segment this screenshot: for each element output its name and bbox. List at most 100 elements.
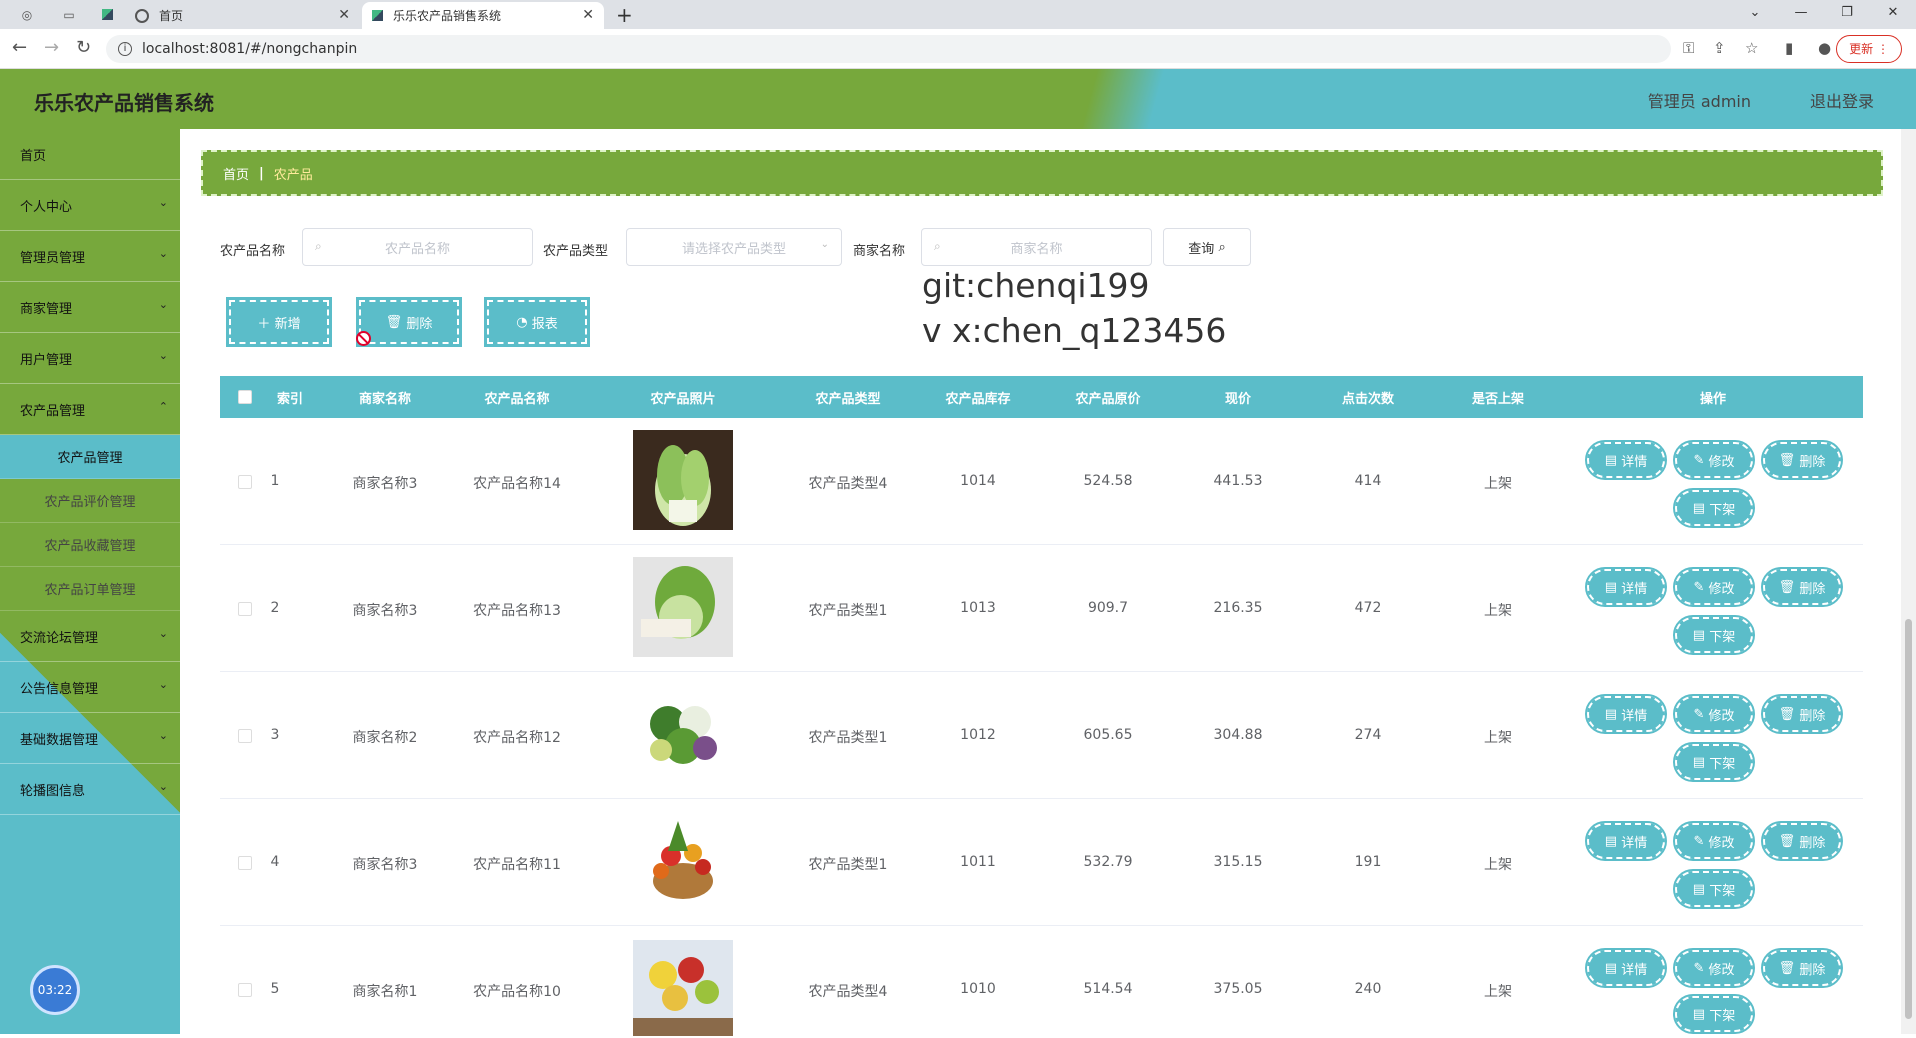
sidebar-subitem-product[interactable]: 农产品管理 [0, 435, 180, 479]
edit-button[interactable]: ✎ 修改 [1673, 821, 1755, 861]
key-icon[interactable]: ⚿ [1683, 39, 1694, 57]
edit-button[interactable]: ✎ 修改 [1673, 948, 1755, 988]
product-name-input[interactable]: ⌕ 农产品名称 [302, 228, 533, 266]
add-button[interactable]: ＋ 新增 [226, 297, 332, 347]
search-icon: ⌕ [315, 239, 322, 253]
profile-icon[interactable]: ● [1818, 39, 1831, 57]
delete-button[interactable]: 🗑 删除 [356, 297, 462, 347]
detail-button[interactable]: ▤ 详情 [1585, 948, 1667, 988]
sidebar-item-personal-center[interactable]: 个人中心 ⌄ [0, 180, 180, 231]
close-window-button[interactable]: ✕ [1870, 0, 1916, 29]
close-icon[interactable]: ✕ [338, 7, 350, 23]
sidebar-item-home[interactable]: 首页 [0, 129, 180, 180]
sidebar-item-carousel-info[interactable]: 轮播图信息 ⌄ [0, 764, 180, 815]
offshelf-button[interactable]: ▤ 下架 [1673, 994, 1755, 1034]
row-delete-button[interactable]: 🗑 删除 [1761, 694, 1843, 734]
url-field[interactable]: i localhost:8081/#/nongchanpin [106, 35, 1671, 63]
product-type-select[interactable]: 请选择农产品类型 ⌄ [626, 228, 842, 266]
sidebar-subitem-product-favorite[interactable]: 农产品收藏管理 [0, 523, 180, 567]
pinned-tab-vue-icon[interactable] [94, 4, 120, 25]
chevron-down-icon[interactable]: ⌄ [1732, 0, 1778, 29]
product-photo-cabbage [633, 557, 733, 657]
sidebar-item-merchant-management[interactable]: 商家管理 ⌄ [0, 282, 180, 333]
offshelf-button[interactable]: ▤ 下架 [1673, 742, 1755, 782]
sidebar-item-notice-management[interactable]: 公告信息管理 ⌄ [0, 662, 180, 713]
sidepanel-icon[interactable]: ▮ [1785, 39, 1793, 57]
merchant-name-input[interactable]: ⌕ 商家名称 [921, 228, 1152, 266]
row-checkbox[interactable] [238, 475, 252, 489]
row-delete-button[interactable]: 🗑 删除 [1761, 567, 1843, 607]
delete-label: 删除 [1799, 454, 1826, 470]
sidebar-item-label: 用户管理 [20, 352, 73, 368]
breadcrumb-current: 农产品 [273, 167, 313, 183]
sidebar-item-product-management[interactable]: 农产品管理 ⌃ [0, 384, 180, 435]
restore-button[interactable]: ❐ [1824, 0, 1870, 29]
chevron-down-icon: ⌄ [158, 627, 168, 640]
table-row: 3 商家名称2 农产品名称12 农产品类型1 1012 605.65 304.8… [220, 672, 1863, 799]
browser-tab-home[interactable]: 首页 ✕ [125, 2, 360, 29]
current-user: 管理员 admin [1647, 92, 1751, 111]
edit-button[interactable]: ✎ 修改 [1673, 440, 1755, 480]
globe-icon [135, 8, 149, 23]
star-icon[interactable]: ☆ [1745, 39, 1758, 57]
detail-button[interactable]: ▤ 详情 [1585, 567, 1667, 607]
detail-button[interactable]: ▤ 详情 [1585, 694, 1667, 734]
scrollbar-thumb[interactable] [1905, 619, 1912, 1019]
update-button[interactable]: 更新 ⋮ [1836, 35, 1902, 63]
browser-tab-active[interactable]: 乐乐农产品销售系统 ✕ [362, 2, 604, 29]
row-delete-button[interactable]: 🗑 删除 [1761, 948, 1843, 988]
row-delete-button[interactable]: 🗑 删除 [1761, 821, 1843, 861]
edit-button[interactable]: ✎ 修改 [1673, 694, 1755, 734]
cell-original-price: 524.58 [1083, 473, 1133, 489]
address-bar: ← → ↻ i localhost:8081/#/nongchanpin ⚿ ⇪… [0, 29, 1916, 69]
delete-label: 删除 [1799, 708, 1826, 724]
row-delete-button[interactable]: 🗑 删除 [1761, 440, 1843, 480]
detail-button[interactable]: ▤ 详情 [1585, 821, 1667, 861]
cell-merchant: 商家名称3 [352, 476, 418, 492]
search-icon: ⌕ [1218, 239, 1226, 255]
share-icon[interactable]: ⇪ [1713, 39, 1726, 57]
new-tab-button[interactable]: + [616, 3, 633, 27]
sidebar-item-user-management[interactable]: 用户管理 ⌄ [0, 333, 180, 384]
offshelf-label: 下架 [1709, 756, 1736, 772]
row-checkbox[interactable] [238, 729, 252, 743]
back-button[interactable]: ← [12, 37, 27, 59]
breadcrumb-home[interactable]: 首页 [223, 164, 249, 183]
delete-label: 删除 [1799, 581, 1826, 597]
logout-link[interactable]: 退出登录 [1810, 88, 1874, 112]
column-header: 农产品类型 [815, 391, 881, 407]
pinned-tab-globe-icon[interactable]: ◎ [14, 4, 40, 25]
app-title: 乐乐农产品销售系统 [34, 91, 214, 115]
edit-button[interactable]: ✎ 修改 [1673, 567, 1755, 607]
edit-label: 修改 [1708, 581, 1735, 597]
detail-label: 详情 [1621, 962, 1648, 978]
row-checkbox[interactable] [238, 602, 252, 616]
row-checkbox[interactable] [238, 856, 252, 870]
sidebar-subitem-product-order[interactable]: 农产品订单管理 [0, 567, 180, 611]
offshelf-button[interactable]: ▤ 下架 [1673, 615, 1755, 655]
sidebar-subitem-product-review[interactable]: 农产品评价管理 [0, 479, 180, 523]
window-controls: ⌄ — ❐ ✕ [1732, 0, 1916, 29]
cell-index: 3 [270, 727, 280, 743]
offshelf-button[interactable]: ▤ 下架 [1673, 488, 1755, 528]
edit-label: 修改 [1708, 454, 1735, 470]
reload-button[interactable]: ↻ [76, 37, 91, 59]
sidebar-item-forum-management[interactable]: 交流论坛管理 ⌄ [0, 611, 180, 662]
query-button[interactable]: 查询 ⌕ [1163, 228, 1251, 266]
detail-button[interactable]: ▤ 详情 [1585, 440, 1667, 480]
sidebar-item-admin-management[interactable]: 管理员管理 ⌄ [0, 231, 180, 282]
row-checkbox[interactable] [238, 983, 252, 997]
sidebar-item-base-data-management[interactable]: 基础数据管理 ⌄ [0, 713, 180, 764]
minimize-button[interactable]: — [1778, 0, 1824, 29]
vertical-scrollbar[interactable] [1901, 129, 1916, 1034]
cell-name: 农产品名称13 [473, 603, 561, 619]
cell-merchant: 商家名称2 [352, 730, 418, 746]
query-label: 查询 [1188, 241, 1215, 257]
offshelf-button[interactable]: ▤ 下架 [1673, 869, 1755, 909]
info-icon[interactable]: i [118, 42, 132, 56]
close-icon[interactable]: ✕ [582, 7, 594, 23]
select-all-checkbox[interactable] [238, 390, 252, 404]
pinned-tab-blank-icon[interactable]: ▭ [56, 4, 82, 25]
report-button[interactable]: ◔ 报表 [484, 297, 590, 347]
forward-button[interactable]: → [44, 37, 59, 59]
